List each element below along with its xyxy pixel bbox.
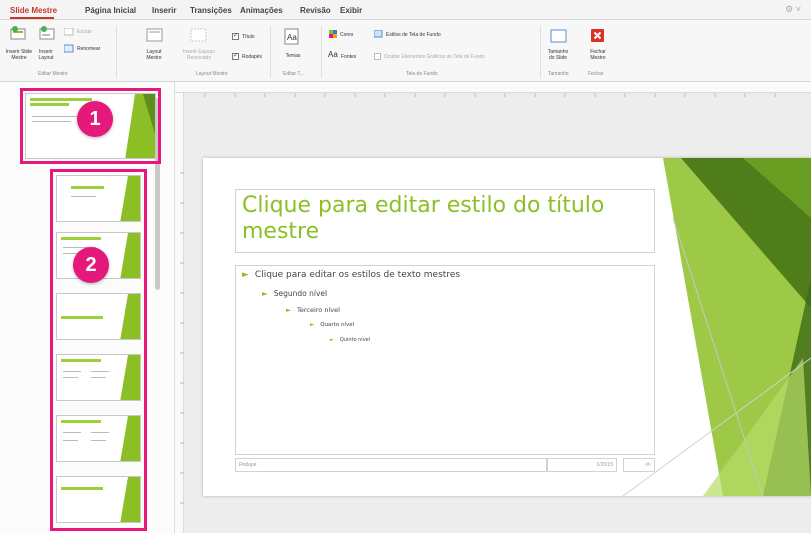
master-layout-icon bbox=[146, 28, 163, 42]
themes-label: Temas bbox=[285, 53, 301, 59]
tab-animations[interactable]: Animações bbox=[240, 6, 283, 15]
tab-transitions[interactable]: Transições bbox=[190, 6, 232, 15]
ribbon-separator bbox=[540, 26, 541, 78]
text-level-4-label: Quarto nível bbox=[320, 322, 355, 328]
tab-view[interactable]: Exibir bbox=[340, 6, 362, 15]
ribbon-separator bbox=[270, 26, 271, 78]
group-edit-theme-label: Editar T... bbox=[283, 71, 305, 77]
text-level-2: ► Segundo nível bbox=[262, 289, 327, 298]
insert-layout-icon bbox=[39, 26, 55, 40]
svg-text:Aa: Aa bbox=[287, 33, 297, 42]
slide-size-icon bbox=[550, 29, 567, 43]
slide-number-placeholder[interactable]: ‹#› bbox=[623, 458, 655, 472]
group-size-label: Tamanho bbox=[548, 71, 569, 77]
content-placeholder[interactable]: ► Clique para editar os estilos de texto … bbox=[235, 265, 655, 455]
text-level-2-label: Segundo nível bbox=[273, 289, 328, 298]
delete-icon bbox=[64, 28, 74, 36]
title-checkbox-box: ✓ bbox=[232, 33, 239, 40]
title-placeholder[interactable]: Clique para editar estilo do título mest… bbox=[235, 189, 655, 253]
bullet-arrow-icon: ► bbox=[242, 270, 249, 280]
callout-badge-1: 1 bbox=[77, 101, 113, 137]
fonts-label: Fontes bbox=[341, 54, 357, 60]
group-close-label: Fechar bbox=[588, 71, 604, 77]
bullet-arrow-icon: ► bbox=[310, 322, 315, 328]
tab-review[interactable]: Revisão bbox=[300, 6, 331, 15]
insert-placeholder-icon bbox=[190, 28, 207, 42]
slide-size-label: Tamanho do Slide bbox=[547, 49, 569, 61]
delete-label: Excluir bbox=[77, 29, 93, 35]
close-master-icon bbox=[591, 29, 604, 42]
fonts-icon: Aa bbox=[328, 50, 338, 59]
bullet-arrow-icon: ► bbox=[286, 306, 291, 314]
ribbon-separator bbox=[116, 26, 117, 78]
rename-icon bbox=[64, 44, 74, 53]
settings-icon[interactable]: ⚙ ˅ bbox=[785, 4, 801, 15]
footer-placeholder[interactable]: Rodapé bbox=[235, 458, 547, 472]
text-level-3: ► Terceiro nível bbox=[286, 306, 340, 314]
title-checkbox-label: Título bbox=[242, 34, 255, 40]
bullet-arrow-icon: ► bbox=[262, 289, 268, 298]
ribbon-tab-bar: Slide Mestre Página Inicial Inserir Tran… bbox=[0, 0, 811, 20]
ribbon-toolbar: Inserir Slide Mestre Inserir Layout Excl… bbox=[0, 20, 811, 82]
slide-master-canvas[interactable]: Clique para editar estilo do título mest… bbox=[203, 158, 811, 496]
text-level-3-label: Terceiro nível bbox=[297, 306, 340, 314]
footers-checkbox-label: Rodapés bbox=[242, 54, 263, 60]
master-layout-label: Layout Mestre bbox=[146, 49, 162, 61]
ruler-ticks bbox=[204, 93, 776, 97]
vertical-ruler bbox=[175, 93, 184, 533]
insert-layout-label: Inserir Layout bbox=[38, 49, 54, 61]
text-level-1: ► Clique para editar os estilos de texto … bbox=[242, 270, 460, 280]
group-master-layout-label: Layout Mestre bbox=[196, 71, 228, 77]
text-level-5-label: Quinto nível bbox=[339, 337, 371, 343]
active-tab-indicator bbox=[10, 17, 54, 19]
background-styles-icon bbox=[374, 30, 383, 38]
ribbon-separator bbox=[321, 26, 322, 78]
text-level-1-label: Clique para editar os estilos de texto m… bbox=[254, 270, 461, 280]
insert-placeholder-label: Inserir Espaço Reservado bbox=[183, 49, 215, 61]
hide-bg-graphics-checkbox-box bbox=[374, 53, 381, 60]
callout-badge-2: 2 bbox=[73, 247, 109, 283]
colors-icon bbox=[329, 30, 337, 38]
insert-slide-master-icon bbox=[10, 26, 26, 40]
rename-label: Renomear bbox=[77, 46, 101, 52]
text-level-5: ► Quinto nível bbox=[330, 337, 370, 343]
tab-insert[interactable]: Inserir bbox=[152, 6, 176, 15]
tab-home[interactable]: Página Inicial bbox=[85, 6, 136, 15]
tab-slide-master[interactable]: Slide Mestre bbox=[10, 6, 57, 15]
themes-icon: Aa bbox=[284, 28, 299, 45]
close-master-label: Fechar Mestre bbox=[590, 49, 606, 61]
layouts-highlight bbox=[50, 169, 147, 531]
ruler-ticks bbox=[180, 172, 184, 504]
group-edit-master-label: Editar Mestre bbox=[38, 71, 68, 77]
hide-bg-graphics-label: Ocultar Elementos Gráficos de Tela de Fu… bbox=[384, 54, 486, 60]
group-background-label: Tela de Fundo bbox=[406, 71, 438, 77]
background-styles-label: Estilos de Tela de Fundo bbox=[386, 32, 441, 38]
horizontal-ruler bbox=[175, 84, 811, 97]
date-placeholder[interactable]: 1/20/15 bbox=[547, 458, 617, 472]
colors-label: Cores bbox=[340, 32, 354, 38]
slide-title-text: Clique para editar estilo do título mest… bbox=[242, 193, 605, 244]
insert-slide-master-label: Inserir Slide Mestre bbox=[5, 49, 33, 61]
bullet-arrow-icon: ► bbox=[330, 337, 334, 343]
footers-checkbox-box: ✓ bbox=[232, 53, 239, 60]
text-level-4: ► Quarto nível bbox=[310, 322, 354, 328]
